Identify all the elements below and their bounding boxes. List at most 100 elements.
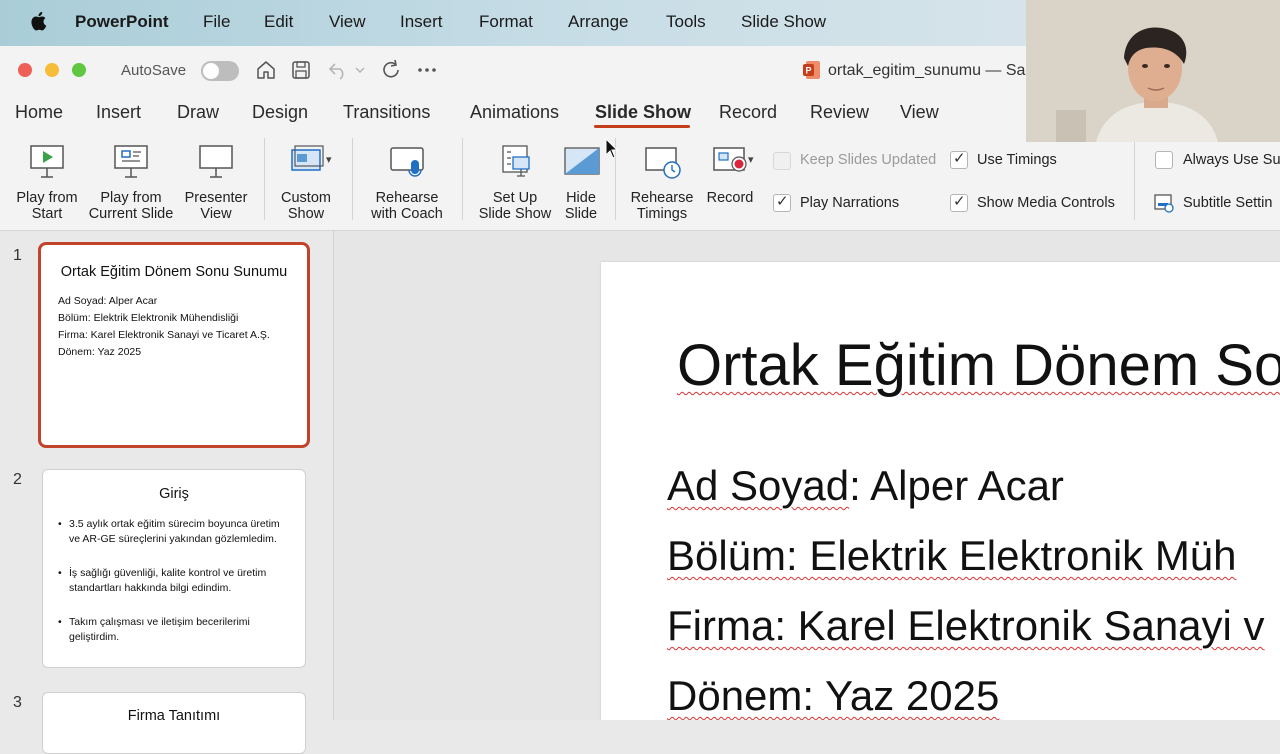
custom-show-dropdown-icon[interactable]: ▾ (326, 152, 332, 168)
thumbnail-line: Ad Soyad: Alper Acar (58, 295, 158, 307)
autosave-label: AutoSave (121, 62, 187, 79)
menu-insert[interactable]: Insert (400, 12, 443, 32)
menu-file[interactable]: File (203, 12, 230, 32)
slide-title[interactable]: Ortak Eğitim Dönem So (677, 332, 1280, 399)
hide-slide-icon (564, 147, 600, 175)
play-from-current-label-1: Play from (100, 190, 162, 206)
slide-line-firm[interactable]: Firma: Karel Elektronik Sanayi v (667, 602, 1265, 650)
document-title: ortak_egitim_sunumu — Sa (828, 62, 1026, 79)
menu-slide-show[interactable]: Slide Show (741, 12, 826, 32)
slide-department-text: Bölüm: Elektrik Elektronik Müh (667, 532, 1237, 579)
play-narrations-checkbox[interactable] (773, 192, 791, 212)
custom-show-label-1: Custom (281, 190, 331, 206)
presenter-view-label-1: Presenter (184, 190, 248, 206)
rehearse-timings-label-1: Rehearse (630, 190, 694, 206)
slide-line-department[interactable]: Bölüm: Elektrik Elektronik Müh (667, 532, 1237, 580)
thumbnail-bullet: Takım çalışması ve iletişim becerilerimi… (58, 615, 290, 645)
tab-record[interactable]: Record (719, 102, 777, 123)
slide-line-name[interactable]: Ad Soyad: Alper Acar (667, 462, 1064, 510)
save-icon[interactable] (290, 59, 312, 81)
rehearse-with-coach-button[interactable]: Rehearse with Coach (364, 130, 450, 226)
menu-app-name[interactable]: PowerPoint (75, 12, 169, 32)
apple-icon[interactable] (30, 11, 48, 31)
menu-edit[interactable]: Edit (264, 12, 293, 32)
powerpoint-file-icon: P (802, 59, 822, 81)
minimize-window-button[interactable] (45, 63, 59, 77)
person-image (1026, 0, 1280, 142)
tab-home[interactable]: Home (15, 102, 63, 123)
play-from-start-label-2: Start (31, 206, 63, 222)
play-from-current-icon (114, 145, 148, 178)
slide-canvas[interactable]: Ortak Eğitim Dönem So Ad Soyad: Alper Ac… (601, 262, 1280, 720)
record-button[interactable]: ▾ Record (698, 130, 762, 226)
tab-review[interactable]: Review (810, 102, 869, 123)
play-from-start-label-1: Play from (16, 190, 78, 206)
thumbnail-title: Ortak Eğitim Dönem Sonu Sunumu (60, 264, 288, 280)
set-up-slide-show-button[interactable]: Set Up Slide Show (474, 130, 556, 226)
slide-title-text: Ortak Eğitim Dönem So (677, 333, 1280, 398)
undo-icon[interactable] (327, 59, 349, 81)
undo-dropdown-icon[interactable] (353, 59, 367, 81)
keep-slides-updated-checkbox[interactable] (773, 152, 791, 170)
slide-name-value: : Alper Acar (849, 462, 1064, 509)
presenter-view-button[interactable]: Presenter View (178, 130, 254, 226)
use-timings-checkbox[interactable] (950, 149, 968, 169)
slide-thumbnail-2[interactable]: Giriş 3.5 aylık ortak eğitim sürecim boy… (42, 469, 306, 668)
presenter-view-label-2: View (200, 206, 232, 222)
tab-transitions[interactable]: Transitions (343, 102, 430, 123)
subtitle-settings-label[interactable]: Subtitle Settin (1183, 195, 1272, 211)
menu-format[interactable]: Format (479, 12, 533, 32)
more-options-icon[interactable] (416, 59, 438, 81)
play-from-current-slide-button[interactable]: Play from Current Slide (86, 130, 176, 226)
tab-slide-show[interactable]: Slide Show (595, 102, 691, 123)
set-up-label-1: Set Up (492, 190, 538, 206)
thumbnail-line: Bölüm: Elektrik Elektronik Mühendisliği (58, 312, 239, 324)
use-timings-label: Use Timings (977, 152, 1057, 168)
slide-number: 3 (13, 694, 22, 711)
slide-number: 1 (13, 247, 22, 264)
show-media-controls-checkbox[interactable] (950, 192, 968, 212)
menu-arrange[interactable]: Arrange (568, 12, 628, 32)
slide-term-text: Dönem: Yaz 2025 (667, 672, 1000, 719)
redo-icon[interactable] (380, 59, 402, 81)
menu-view[interactable]: View (329, 12, 366, 32)
subtitle-settings-icon[interactable] (1153, 192, 1175, 214)
thumbnail-line: Dönem: Yaz 2025 (58, 346, 142, 358)
svg-text:P: P (805, 66, 811, 76)
custom-show-button[interactable]: ▾ Custom Show (272, 130, 340, 226)
set-up-label-2: Slide Show (478, 206, 552, 222)
hide-slide-button[interactable]: Hide Slide (556, 130, 606, 226)
rehearse-coach-label-1: Rehearse (375, 190, 439, 206)
tab-draw[interactable]: Draw (177, 102, 219, 123)
tab-view[interactable]: View (900, 102, 939, 123)
thumbnail-line: Firma: Karel Elektronik Sanayi ve Ticare… (58, 329, 270, 341)
slide-thumbnail-1[interactable]: Ortak Eğitim Dönem Sonu Sunumu Ad Soyad:… (38, 242, 310, 448)
menu-tools[interactable]: Tools (666, 12, 706, 32)
tab-insert[interactable]: Insert (96, 102, 141, 123)
ribbon-separator (264, 138, 265, 220)
set-up-slide-show-icon (502, 145, 530, 177)
tab-design[interactable]: Design (252, 102, 308, 123)
record-dropdown-icon[interactable]: ▾ (748, 152, 754, 168)
record-label: Record (706, 190, 754, 206)
tab-animations[interactable]: Animations (470, 102, 559, 123)
hide-slide-label-2: Slide (564, 206, 598, 222)
play-narrations-label: Play Narrations (800, 195, 900, 211)
home-icon[interactable] (255, 59, 277, 81)
slide-editor: Ortak Eğitim Dönem So Ad Soyad: Alper Ac… (334, 231, 1280, 720)
keep-slides-updated-label: Keep Slides Updated (800, 152, 937, 168)
zoom-window-button[interactable] (72, 63, 86, 77)
slide-line-term[interactable]: Dönem: Yaz 2025 (667, 672, 999, 720)
custom-show-icon (291, 145, 324, 171)
slide-firm-text: Firma: Karel Elektronik Sanayi v (667, 602, 1265, 649)
record-icon (713, 147, 747, 172)
always-use-subtitles-checkbox[interactable] (1155, 151, 1173, 169)
slide-thumbnail-3[interactable]: Firma Tanıtımı (42, 692, 306, 754)
thumbnail-bullet: İş sağlığı güvenliği, kalite kontrol ve … (58, 566, 290, 596)
rehearse-timings-label-2: Timings (636, 206, 688, 222)
rehearse-timings-button[interactable]: Rehearse Timings (626, 130, 698, 226)
play-from-start-button[interactable]: Play from Start (8, 130, 86, 226)
autosave-toggle[interactable] (201, 61, 239, 81)
thumbnail-bullet: 3.5 aylık ortak eğitim sürecim boyunca ü… (58, 517, 290, 547)
close-window-button[interactable] (18, 63, 32, 77)
